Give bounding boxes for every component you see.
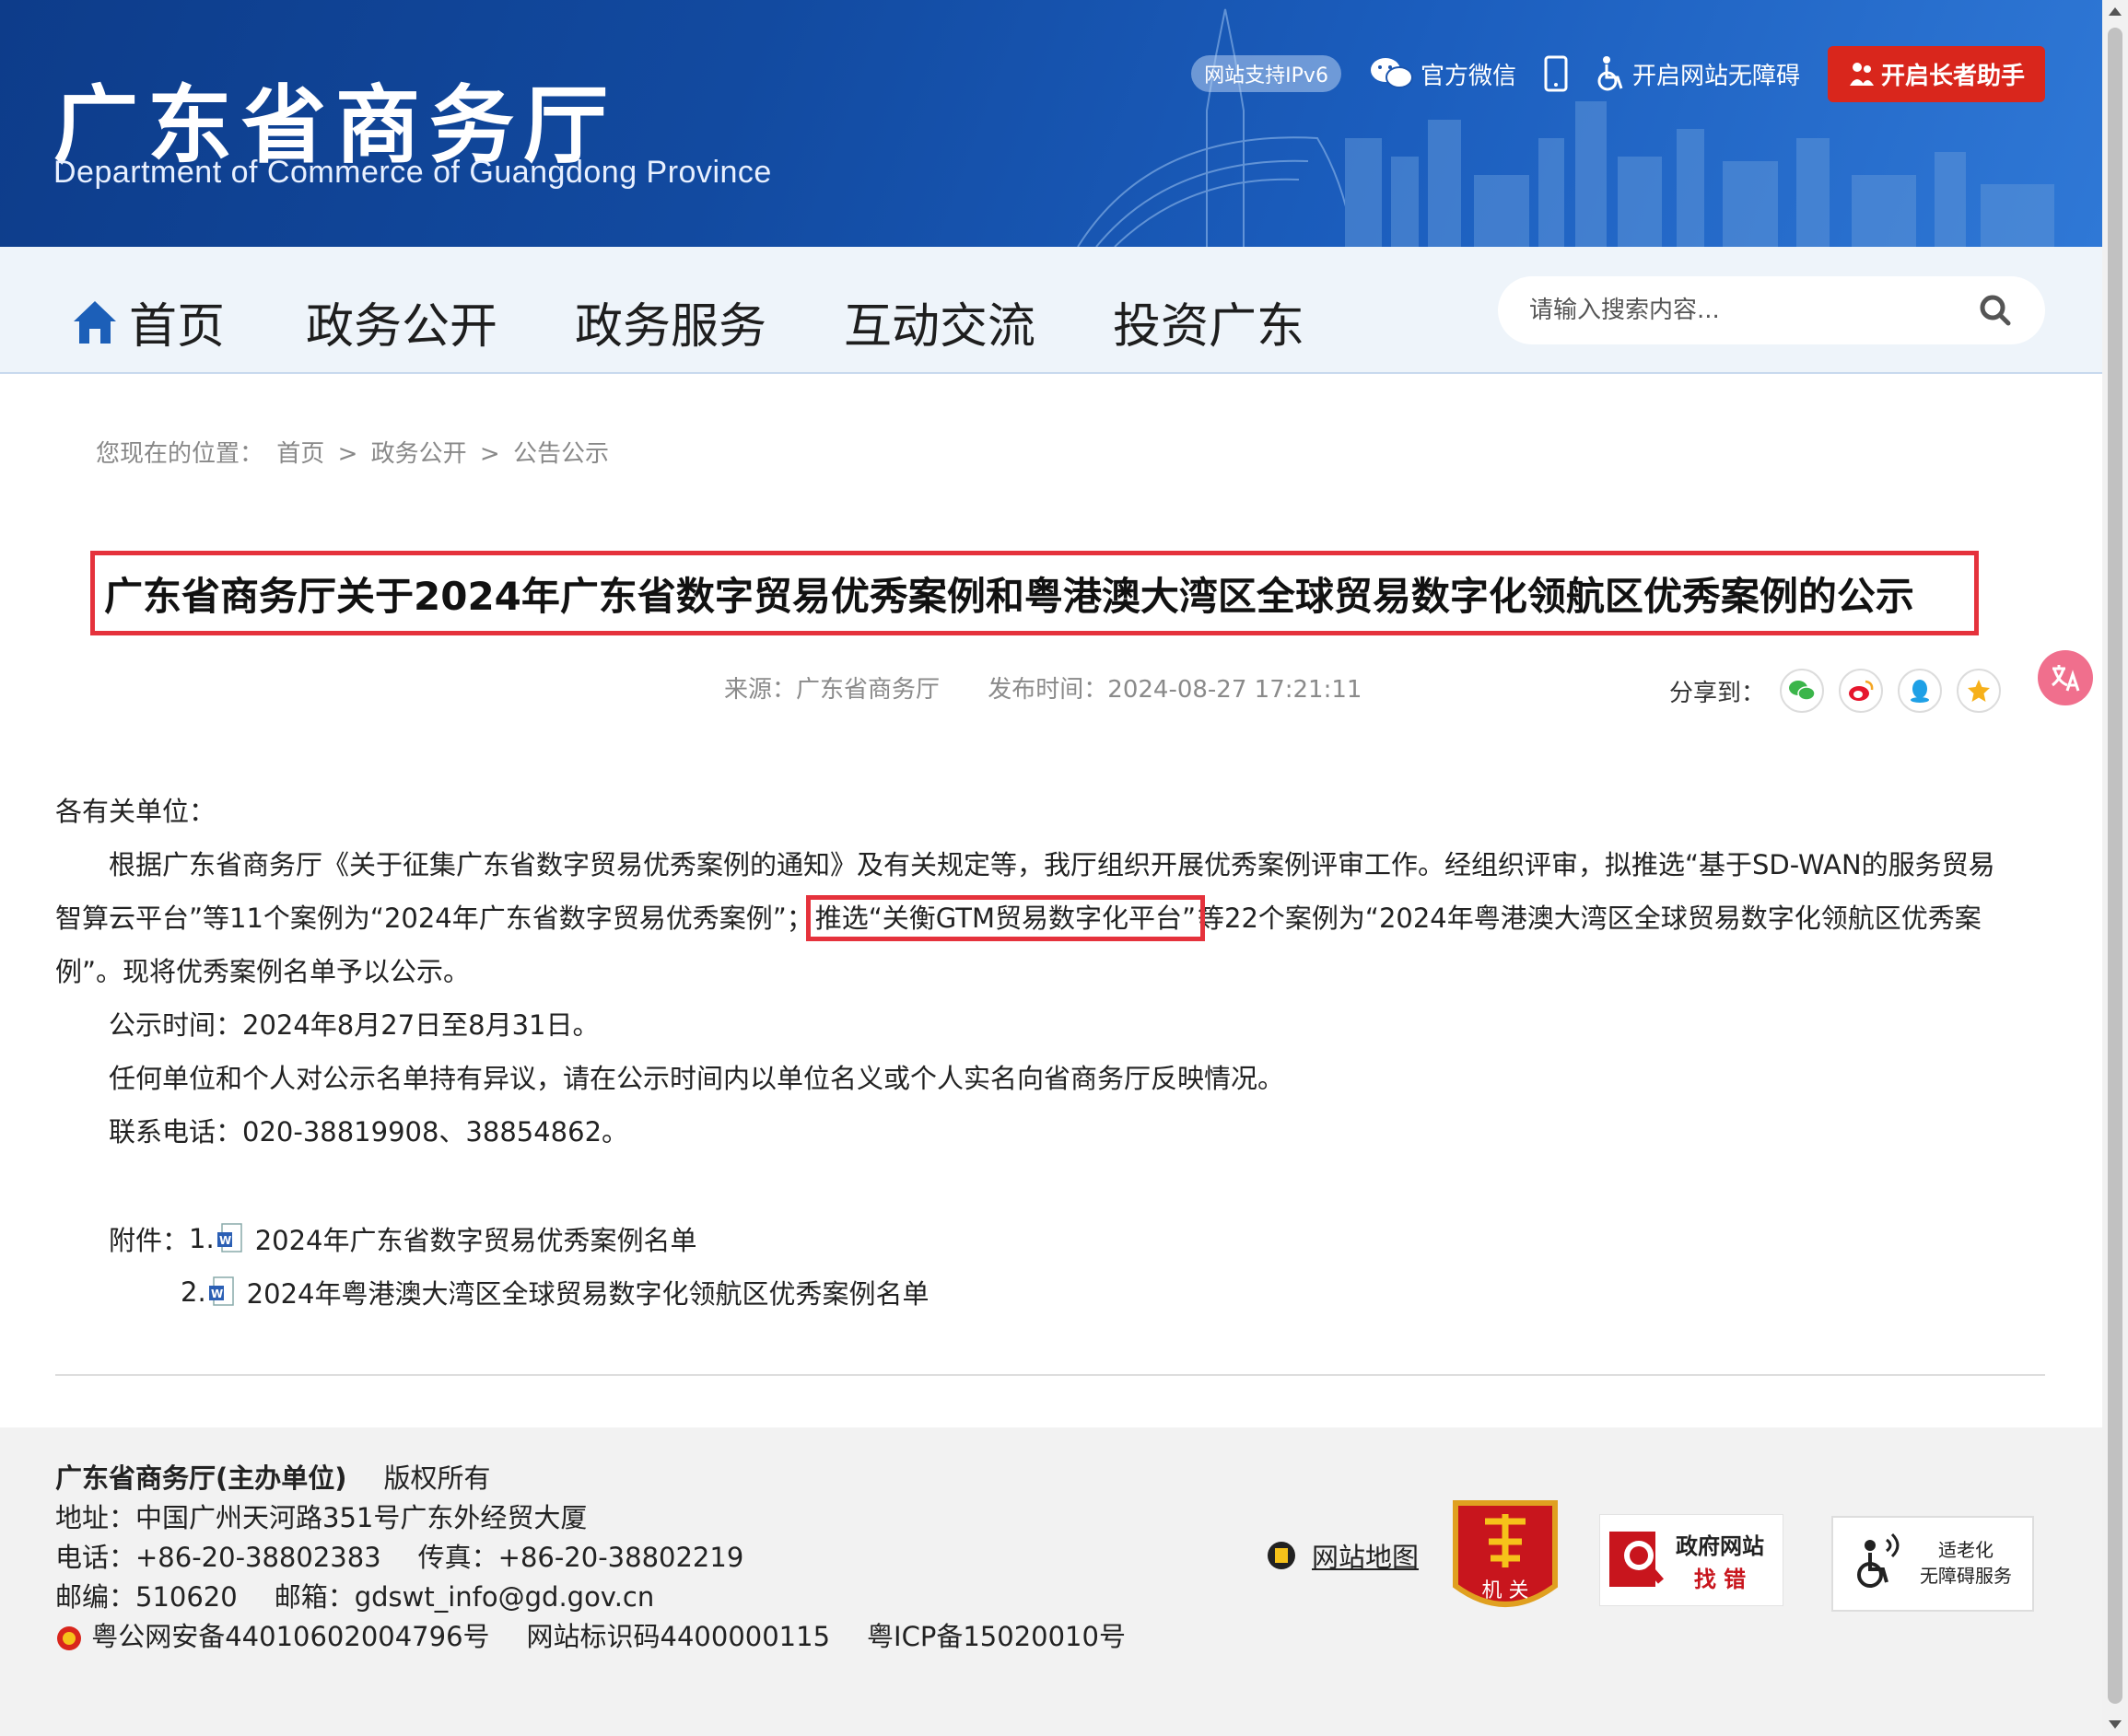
wechat-icon xyxy=(1370,58,1413,88)
footer-fax: 传真：+86-20-38802219 xyxy=(417,1542,744,1573)
ipv6-badge: 网站支持IPv6 xyxy=(1191,55,1341,92)
attachment-link[interactable]: 2024年广东省数字贸易优秀案例名单 xyxy=(255,1219,697,1258)
elder-assistant-button[interactable]: 开启长者助手 xyxy=(1827,45,2045,102)
article-body: 各有关单位： 根据广东省商务厅《关于征集广东省数字贸易优秀案例的通知》及有关规定… xyxy=(55,785,1999,1319)
wechat-share-icon xyxy=(1789,681,1816,701)
sitemap-icon xyxy=(1268,1542,1295,1569)
sitemap-link[interactable]: 网站地图 xyxy=(1266,1536,1419,1575)
breadcrumb-label: 您现在的位置： xyxy=(96,440,264,468)
svg-text:W: W xyxy=(219,1234,231,1247)
star-icon xyxy=(1968,680,1991,702)
body-paragraph: 根据广东省商务厅《关于征集广东省数字贸易优秀案例的通知》及有关规定等，我厅组织开… xyxy=(55,838,1999,998)
badge-zhaocuo-line2: 找 错 xyxy=(1694,1567,1746,1592)
gov-site-error-report-badge[interactable]: 政府网站 找 错 xyxy=(1599,1514,1783,1606)
search-input[interactable] xyxy=(1529,297,1977,324)
badge-wza-line2: 无障碍服务 xyxy=(1920,1565,2012,1587)
share-label: 分享到： xyxy=(1669,679,1766,707)
breadcrumb: 您现在的位置： 首页 > 政务公开 > 公告公示 xyxy=(96,435,614,469)
search-icon[interactable] xyxy=(1977,292,2014,329)
nav-item-interaction[interactable]: 互动交流 xyxy=(844,287,1035,356)
footer-tel: 电话：+86-20-38802383 xyxy=(55,1542,381,1573)
breadcrumb-government-affairs[interactable]: 政务公开 xyxy=(371,440,467,468)
attachment-item[interactable]: 附件： 1. W 2024年广东省数字贸易优秀案例名单 xyxy=(55,1212,1999,1265)
scroll-down-arrow[interactable] xyxy=(2109,1720,2122,1729)
translate-glyph xyxy=(2052,665,2080,692)
attachment-number: 1. xyxy=(189,1223,215,1254)
nav-item-government-services[interactable]: 政务服务 xyxy=(575,287,766,356)
wheelchair-icon xyxy=(1597,56,1623,91)
mobile-phone-icon xyxy=(1544,55,1568,92)
attachment-item[interactable]: 2. W 2024年粤港澳大湾区全球贸易数字化领航区优秀案例名单 xyxy=(55,1265,1999,1319)
article-title-highlight: 广东省商务厅关于2024年广东省数字贸易优秀案例和粤港澳大湾区全球贸易数字化领航… xyxy=(90,551,1979,635)
svg-text:W: W xyxy=(211,1287,223,1300)
home-icon xyxy=(74,300,116,344)
word-doc-icon: W xyxy=(216,1223,242,1254)
attachment-label: 附件： xyxy=(109,1225,190,1256)
search-box xyxy=(1498,276,2045,344)
translate-icon[interactable] xyxy=(2038,650,2093,705)
page-scrollbar[interactable] xyxy=(2102,0,2128,1736)
scroll-thumb[interactable] xyxy=(2108,28,2122,1704)
elder-accessibility-badge[interactable]: 适老化 无障碍服务 xyxy=(1831,1516,2034,1612)
footer-site-code: 网站标识码4400000115 xyxy=(526,1621,831,1652)
badge-zhaocuo-line1: 政府网站 xyxy=(1676,1533,1764,1559)
footer-police-record[interactable]: 粤公网安备44010602004796号 xyxy=(91,1621,489,1652)
breadcrumb-separator: > xyxy=(337,440,358,468)
nav-item-invest-guangdong[interactable]: 投资广东 xyxy=(1113,287,1304,356)
content-divider xyxy=(55,1374,2045,1376)
attachment-number: 2. xyxy=(181,1276,206,1308)
contact-phone: 联系电话：020-38819908、38854862。 xyxy=(109,1116,629,1148)
elder-assistant-label: 开启长者助手 xyxy=(1880,62,2025,90)
share-qq-button[interactable] xyxy=(1898,669,1943,713)
salutation: 各有关单位： xyxy=(55,796,216,827)
footer-rights: 版权所有 xyxy=(383,1462,491,1494)
header-toolbar: 网站支持IPv6 官方微信 开启网站无障碍 开启长者助手 xyxy=(1191,45,2045,102)
footer-postcode: 邮编：510620 xyxy=(55,1581,238,1613)
accessibility-label: 开启网站无障碍 xyxy=(1631,62,1800,90)
sitemap-label: 网站地图 xyxy=(1312,1542,1420,1573)
site-footer: 广东省商务厅(主办单位) 版权所有 地址：中国广州天河路351号广东外经贸大厦 电… xyxy=(0,1427,2102,1736)
footer-address: 地址：中国广州天河路351号广东外经贸大厦 xyxy=(55,1502,588,1533)
highlighted-phrase: 推选“关衡GTM贸易数字化平台” xyxy=(805,895,1206,941)
nav-item-government-affairs[interactable]: 政务公开 xyxy=(306,287,497,356)
share-favorite-button[interactable] xyxy=(1957,669,2002,713)
breadcrumb-announcements[interactable]: 公告公示 xyxy=(513,440,609,468)
article-source: 来源：广东省商务厅 xyxy=(724,676,941,704)
party-organ-badge[interactable]: 机 关 xyxy=(1448,1494,1562,1628)
attachment-link[interactable]: 2024年粤港澳大湾区全球贸易数字化领航区优秀案例名单 xyxy=(247,1273,930,1311)
footer-org: 广东省商务厅(主办单位) xyxy=(55,1462,347,1494)
nav-item-home[interactable]: 首页 xyxy=(70,287,225,356)
wechat-link[interactable]: 官方微信 xyxy=(1369,55,1516,92)
share-wechat-button[interactable] xyxy=(1780,669,1825,713)
word-doc-icon: W xyxy=(208,1276,234,1308)
footer-info: 广东省商务厅(主办单位) 版权所有 地址：中国广州天河路351号广东外经贸大厦 电… xyxy=(55,1459,1126,1657)
article-published-time: 发布时间：2024-08-27 17:21:11 xyxy=(988,676,1362,704)
city-skyline-illustration xyxy=(1077,8,2054,247)
wechat-label: 官方微信 xyxy=(1420,62,1516,90)
nav-label-home: 首页 xyxy=(129,299,226,355)
site-header: 广东省商务厅 Department of Commerce of Guangdo… xyxy=(0,0,2102,247)
site-subtitle: Department of Commerce of Guangdong Prov… xyxy=(53,155,772,190)
article-meta: 来源：广东省商务厅 发布时间：2024-08-27 17:21:11 xyxy=(724,670,1362,705)
police-emblem-icon xyxy=(57,1626,81,1650)
mobile-link[interactable] xyxy=(1544,55,1568,92)
publicity-period: 公示时间：2024年8月27日至8月31日。 xyxy=(109,1009,600,1041)
footer-icp[interactable]: 粤ICP备15020010号 xyxy=(867,1621,1126,1652)
accessibility-link[interactable]: 开启网站无障碍 xyxy=(1596,55,1800,92)
share-bar: 分享到： xyxy=(1669,669,2002,713)
scroll-up-arrow[interactable] xyxy=(2109,7,2122,16)
breadcrumb-separator: > xyxy=(479,440,500,468)
objection-notice: 任何单位和个人对公示名单持有异议，请在公示时间内以单位名义或个人实名向省商务厅反… xyxy=(109,1063,1285,1094)
share-weibo-button[interactable] xyxy=(1839,669,1884,713)
breadcrumb-home[interactable]: 首页 xyxy=(276,440,324,468)
footer-email: 邮箱：gdswt_info@gd.gov.cn xyxy=(274,1581,655,1613)
badge-wza-line1: 适老化 xyxy=(1938,1539,1994,1561)
elder-icon xyxy=(1849,63,1874,86)
article-title: 广东省商务厅关于2024年广东省数字贸易优秀案例和粤港澳大湾区全球贸易数字化领航… xyxy=(104,573,1914,619)
main-nav: 首页 政务公开 政务服务 互动交流 投资广东 xyxy=(0,247,2102,374)
badge-jiguan-text: 机 关 xyxy=(1482,1579,1529,1602)
weibo-share-icon xyxy=(1849,680,1874,701)
qq-share-icon xyxy=(1911,680,1930,703)
